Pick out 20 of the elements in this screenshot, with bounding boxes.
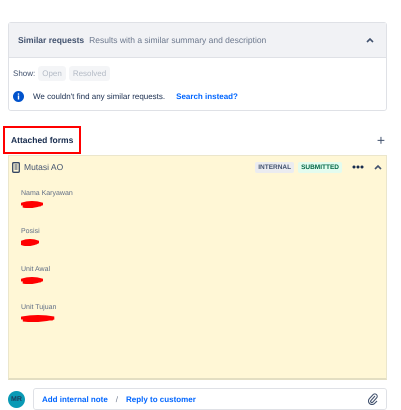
collapse-button[interactable]: [366, 37, 374, 43]
form-icon: [12, 162, 20, 172]
search-link[interactable]: Search instead?: [176, 92, 238, 101]
panel-subtitle: Results with a similar summary and description: [89, 35, 268, 45]
paperclip-icon[interactable]: [368, 393, 378, 405]
chevron-icon: [374, 164, 382, 170]
more-icon[interactable]: [352, 165, 364, 169]
reply-link[interactable]: Reply to customer: [126, 394, 360, 404]
info-icon: [13, 91, 24, 102]
show-label: Show:: [13, 69, 36, 78]
add-button[interactable]: +: [374, 132, 387, 148]
comment-field[interactable]: Add internal note / Reply to customer: [33, 388, 387, 410]
collapse-button[interactable]: [374, 164, 382, 170]
section-title: Attached forms: [3, 126, 82, 154]
panel-title: Similar requests: [18, 35, 84, 45]
empty-message: We couldn't find any similar requests.: [33, 92, 166, 101]
form-name: Mutasi AO: [24, 162, 64, 172]
separator: /: [116, 394, 118, 404]
internal-note-link[interactable]: Add internal note: [42, 394, 108, 404]
chevron-icon: [366, 37, 374, 43]
